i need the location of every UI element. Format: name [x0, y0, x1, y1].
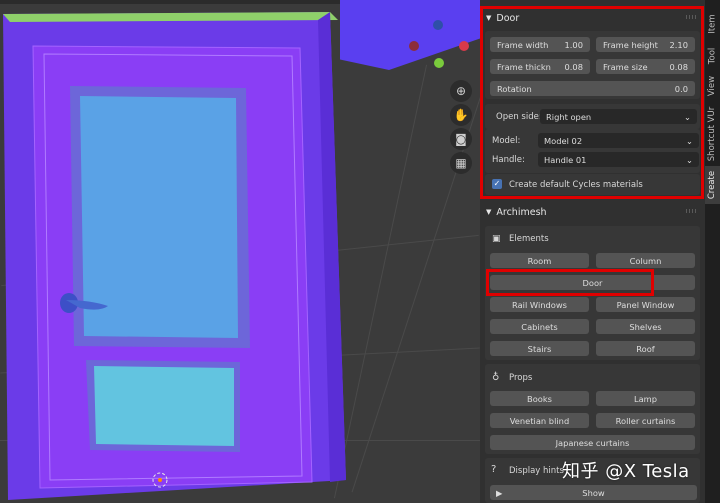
sidebar-tabs: Item Tool View Shortcut VUr Create	[705, 0, 720, 503]
lightbulb-icon: ♁	[492, 372, 500, 383]
panel-window-button[interactable]: Panel Window	[596, 297, 695, 312]
help-icon: ?	[491, 464, 497, 475]
roller-curtains-button[interactable]: Roller curtains	[596, 413, 695, 428]
room-button[interactable]: Room	[490, 253, 589, 268]
3d-viewport[interactable]: ⊕ ✋ ◙ ▦	[0, 0, 480, 503]
books-button[interactable]: Books	[490, 391, 589, 406]
rail-windows-button[interactable]: Rail Windows	[490, 297, 589, 312]
object-origin	[158, 478, 162, 482]
roof-button[interactable]: Roof	[596, 341, 695, 356]
cabinets-button[interactable]: Cabinets	[490, 319, 589, 334]
props-title: Props	[509, 373, 533, 383]
japanese-curtains-button[interactable]: Japanese curtains	[490, 435, 695, 450]
collapse-triangle-icon[interactable]: ▼	[486, 208, 491, 216]
play-icon: ▶	[496, 487, 503, 498]
column-button[interactable]: Column	[596, 253, 695, 268]
watermark: 知乎 @X Tesla	[562, 461, 690, 482]
door-button-highlight	[486, 269, 654, 296]
upper-glass-panel	[80, 96, 238, 338]
door-panel-highlight	[480, 6, 704, 199]
archimesh-panel-header[interactable]: ▼ Archimesh	[482, 203, 702, 221]
tab-create[interactable]: Create	[705, 166, 720, 204]
shelves-button[interactable]: Shelves	[596, 319, 695, 334]
drag-grip-icon[interactable]	[686, 209, 696, 213]
lower-panel	[94, 366, 234, 446]
tab-tool[interactable]: Tool	[705, 42, 720, 70]
stairs-button[interactable]: Stairs	[490, 341, 589, 356]
tab-shortcut-vur[interactable]: Shortcut VUr	[705, 102, 720, 166]
venetian-blind-button[interactable]: Venetian blind	[490, 413, 589, 428]
zoom-icon[interactable]: ⊕	[450, 80, 472, 102]
gizmo-y-axis[interactable]	[434, 58, 444, 68]
elements-icon: ▣	[492, 234, 501, 244]
display-hints-label: Display hints	[509, 466, 564, 476]
show-hints-button[interactable]: ▶ Show	[490, 485, 697, 500]
lamp-button[interactable]: Lamp	[596, 391, 695, 406]
gizmo-x-axis[interactable]	[459, 41, 469, 51]
tab-item[interactable]: Item	[705, 6, 720, 42]
gizmo-z-axis[interactable]	[433, 20, 443, 30]
door-model[interactable]	[0, 0, 480, 503]
camera-icon[interactable]: ◙	[450, 128, 472, 150]
elements-title: Elements	[509, 234, 549, 244]
gizmo-neg-x[interactable]	[409, 41, 419, 51]
pan-hand-icon[interactable]: ✋	[450, 104, 472, 126]
grid-view-icon[interactable]: ▦	[450, 152, 472, 174]
tab-view[interactable]: View	[705, 70, 720, 102]
